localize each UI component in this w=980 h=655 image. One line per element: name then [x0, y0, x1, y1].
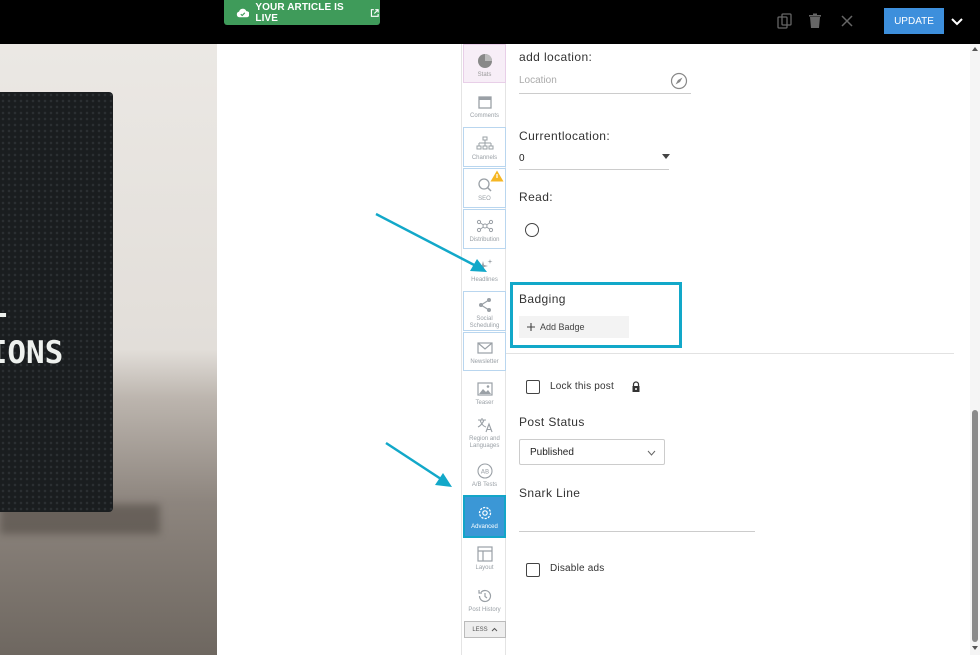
sidebar-item-label: Teaser [475, 400, 494, 406]
sidebar-item-label: Social Scheduling [469, 316, 500, 329]
sidebar-item-advanced[interactable]: Advanced [463, 495, 506, 538]
post-status-value: Published [530, 446, 574, 458]
sidebar-item-label: Comments [469, 113, 499, 119]
sidebar-item-label: Stats [477, 72, 492, 78]
sidebar-item-label: Region and Languages [469, 436, 500, 449]
sidebar-item-label: Advanced [471, 524, 498, 530]
translate-icon [477, 418, 493, 433]
sparkle-icon [477, 259, 492, 271]
disable-ads-label: Disable ads [550, 563, 605, 574]
add-badge-label: Add Badge [540, 322, 585, 332]
duplicate-icon[interactable] [776, 12, 794, 30]
sitemap-icon [476, 136, 493, 150]
less-button[interactable]: LESS [464, 621, 506, 638]
plus-icon [527, 323, 535, 331]
caret-down-icon [662, 154, 670, 159]
scroll-down-arrow-icon[interactable] [972, 645, 978, 651]
close-icon[interactable] [838, 12, 856, 30]
badging-label: Badging [519, 292, 566, 306]
sidebar-item-label: Newsletter [470, 359, 499, 365]
image-icon [476, 382, 493, 396]
chevron-up-icon [491, 627, 498, 632]
letter-board-text: T O UL TIONS [0, 289, 64, 371]
sidebar-item-label: Channels [471, 155, 498, 161]
section-divider [506, 353, 954, 354]
disable-ads-checkbox[interactable] [526, 563, 540, 577]
external-link-icon [371, 8, 380, 17]
scroll-up-arrow-icon[interactable] [972, 46, 978, 52]
share-icon [478, 298, 491, 312]
sidebar-item-distribution[interactable]: Distribution [463, 209, 506, 249]
article-live-label: YOUR ARTICLE IS LIVE [255, 1, 344, 24]
post-status-label: Post Status [519, 415, 585, 429]
advanced-settings-panel: add location: Location Currentlocation: … [506, 44, 980, 655]
annotation-arrow-advanced [385, 441, 452, 487]
gear-icon [478, 506, 491, 520]
sidebar-item-layout[interactable]: Layout [463, 542, 506, 580]
pie-chart-icon [477, 54, 492, 68]
sidebar-item-stats[interactable]: Stats [463, 44, 506, 83]
read-radio[interactable] [525, 223, 539, 237]
sidebar-item-label: Headlines [471, 277, 498, 283]
snark-line-input[interactable] [519, 531, 755, 532]
calendar-icon [477, 96, 492, 109]
sidebar-item-region-and-languages[interactable]: Region and Languages [463, 414, 506, 456]
sidebar-item-ab-tests[interactable]: AB A/B Tests [463, 459, 506, 495]
scrollbar[interactable] [970, 44, 980, 655]
add-location-label: add location: [519, 50, 593, 64]
location-input[interactable]: Location [519, 75, 691, 94]
snark-line-label: Snark Line [519, 486, 581, 500]
sidebar-item-post-history[interactable]: Post History [463, 585, 506, 619]
warning-icon [490, 170, 504, 182]
lock-post-checkbox[interactable] [526, 380, 540, 394]
lock-icon [632, 381, 640, 392]
svg-text:AB: AB [480, 469, 488, 476]
top-bar: YOUR ARTICLE IS LIVE UPDATE [0, 0, 980, 44]
sidebar-item-teaser[interactable]: Teaser [463, 374, 506, 412]
sidebar-item-comments[interactable]: Comments [463, 86, 506, 126]
scrollbar-thumb[interactable] [972, 410, 978, 642]
sidebar-item-channels[interactable]: Channels [463, 127, 506, 167]
chevron-down-icon [647, 450, 656, 456]
sidebar-item-label: Distribution [469, 237, 500, 243]
network-icon [476, 219, 493, 233]
envelope-icon [476, 342, 493, 354]
read-label: Read: [519, 190, 554, 204]
layout-icon [476, 546, 493, 562]
article-hero-image: T O UL TIONS [0, 44, 217, 655]
chevron-down-icon[interactable] [948, 14, 966, 30]
sidebar-item-newsletter[interactable]: Newsletter [463, 332, 506, 371]
add-badge-button[interactable]: Add Badge [519, 316, 629, 338]
history-icon [477, 589, 491, 603]
update-button[interactable]: UPDATE [884, 8, 944, 34]
less-label: LESS [472, 626, 488, 633]
sidebar-item-label: A/B Tests [471, 482, 498, 488]
article-live-button[interactable]: YOUR ARTICLE IS LIVE [224, 0, 380, 25]
ab-icon: AB [476, 463, 493, 479]
cloud-check-icon [236, 8, 250, 17]
current-location-label: Currentlocation: [519, 129, 611, 143]
letter-board: T O UL TIONS [0, 92, 113, 512]
sidebar-item-seo[interactable]: SEO [463, 168, 506, 208]
trash-icon[interactable] [806, 12, 824, 30]
post-status-select[interactable]: Published [519, 439, 665, 465]
sidebar-item-label: Post History [468, 607, 501, 613]
sidebar-item-headlines[interactable]: Headlines [463, 250, 506, 290]
sidebar-item-label: Layout [475, 565, 494, 571]
lock-post-label: Lock this post [550, 381, 614, 392]
sidebar-item-social-scheduling[interactable]: Social Scheduling [463, 291, 506, 331]
current-location-select[interactable]: 0 [519, 153, 669, 170]
sidebar-item-label: SEO [478, 196, 491, 202]
compass-icon[interactable] [670, 72, 688, 90]
sidebar-rail: Stats Comments Channels SEO Distribution… [461, 44, 506, 655]
